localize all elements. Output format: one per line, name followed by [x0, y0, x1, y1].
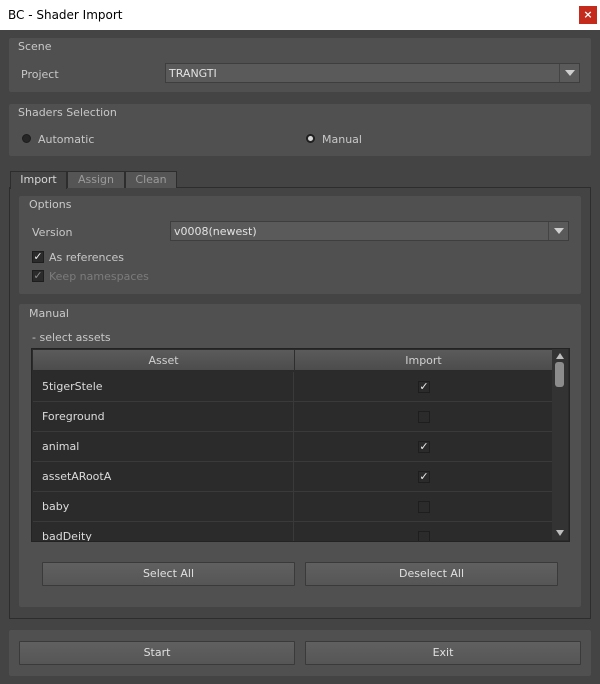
column-asset[interactable]: Asset: [33, 350, 295, 371]
exit-button[interactable]: Exit: [305, 641, 581, 665]
asset-name-cell: badDeity: [33, 522, 294, 541]
table-row[interactable]: animal ✓: [33, 432, 553, 462]
scroll-down-icon[interactable]: [556, 530, 564, 536]
automatic-radio[interactable]: [22, 134, 31, 143]
table-row[interactable]: assetARootA ✓: [33, 462, 553, 492]
table-row[interactable]: 5tigerStele ✓: [33, 372, 553, 402]
import-cell: [295, 522, 553, 541]
shaders-selection-header: Shaders Selection: [18, 106, 117, 119]
project-label: Project: [21, 68, 59, 81]
manual-label[interactable]: Manual: [322, 133, 362, 146]
deselect-all-button[interactable]: Deselect All: [305, 562, 558, 586]
scroll-thumb[interactable]: [555, 362, 564, 387]
table-header: Asset Import: [33, 350, 553, 371]
import-cell: ✓: [295, 432, 553, 462]
scene-header: Scene: [18, 40, 52, 53]
import-cell: [295, 492, 553, 522]
import-checkbox[interactable]: [418, 531, 430, 541]
import-cell: ✓: [295, 462, 553, 492]
keep-namespaces-checkbox: ✓: [32, 269, 44, 282]
version-combobox[interactable]: v0008(newest): [170, 221, 569, 241]
select-assets-label: - select assets: [32, 331, 111, 344]
manual-radio[interactable]: [306, 134, 315, 143]
as-references-checkbox[interactable]: ✓: [32, 251, 44, 263]
asset-name-cell: assetARootA: [33, 462, 294, 492]
scroll-up-icon[interactable]: [556, 353, 564, 359]
title-bar: BC - Shader Import ×: [0, 0, 600, 30]
tab-assign[interactable]: Assign: [67, 171, 125, 188]
table-row[interactable]: Foreground: [33, 402, 553, 432]
window-title: BC - Shader Import: [8, 8, 123, 22]
tab-clean[interactable]: Clean: [125, 171, 177, 188]
asset-name-cell: Foreground: [33, 402, 294, 432]
table-row[interactable]: badDeity: [33, 522, 553, 541]
keep-namespaces-label: Keep namespaces: [49, 270, 149, 283]
automatic-label[interactable]: Automatic: [38, 133, 94, 146]
asset-name-cell: 5tigerStele: [33, 372, 294, 402]
column-import[interactable]: Import: [295, 350, 553, 371]
manual-header: Manual: [29, 307, 69, 320]
version-value: v0008(newest): [174, 225, 257, 238]
import-cell: [295, 402, 553, 432]
import-checkbox[interactable]: ✓: [418, 471, 430, 483]
table-scrollbar[interactable]: [552, 349, 568, 540]
assets-table[interactable]: Asset Import 5tigerStele ✓ Foreground anima…: [31, 348, 570, 542]
chevron-down-icon[interactable]: [548, 222, 568, 240]
import-cell: ✓: [295, 372, 553, 402]
as-references-label[interactable]: As references: [49, 251, 124, 264]
tab-import[interactable]: Import: [10, 171, 67, 189]
version-label: Version: [32, 226, 73, 239]
project-combobox[interactable]: TRANGTI: [165, 63, 580, 83]
options-header: Options: [29, 198, 72, 211]
asset-name-cell: baby: [33, 492, 294, 522]
chevron-down-icon[interactable]: [559, 64, 579, 82]
import-checkbox[interactable]: [418, 501, 430, 513]
project-value: TRANGTI: [169, 67, 217, 80]
import-checkbox[interactable]: ✓: [418, 441, 430, 453]
table-row[interactable]: baby: [33, 492, 553, 522]
select-all-button[interactable]: Select All: [42, 562, 295, 586]
close-icon[interactable]: ×: [579, 6, 597, 24]
import-checkbox[interactable]: ✓: [418, 381, 430, 393]
import-checkbox[interactable]: [418, 411, 430, 423]
start-button[interactable]: Start: [19, 641, 295, 665]
asset-name-cell: animal: [33, 432, 294, 462]
